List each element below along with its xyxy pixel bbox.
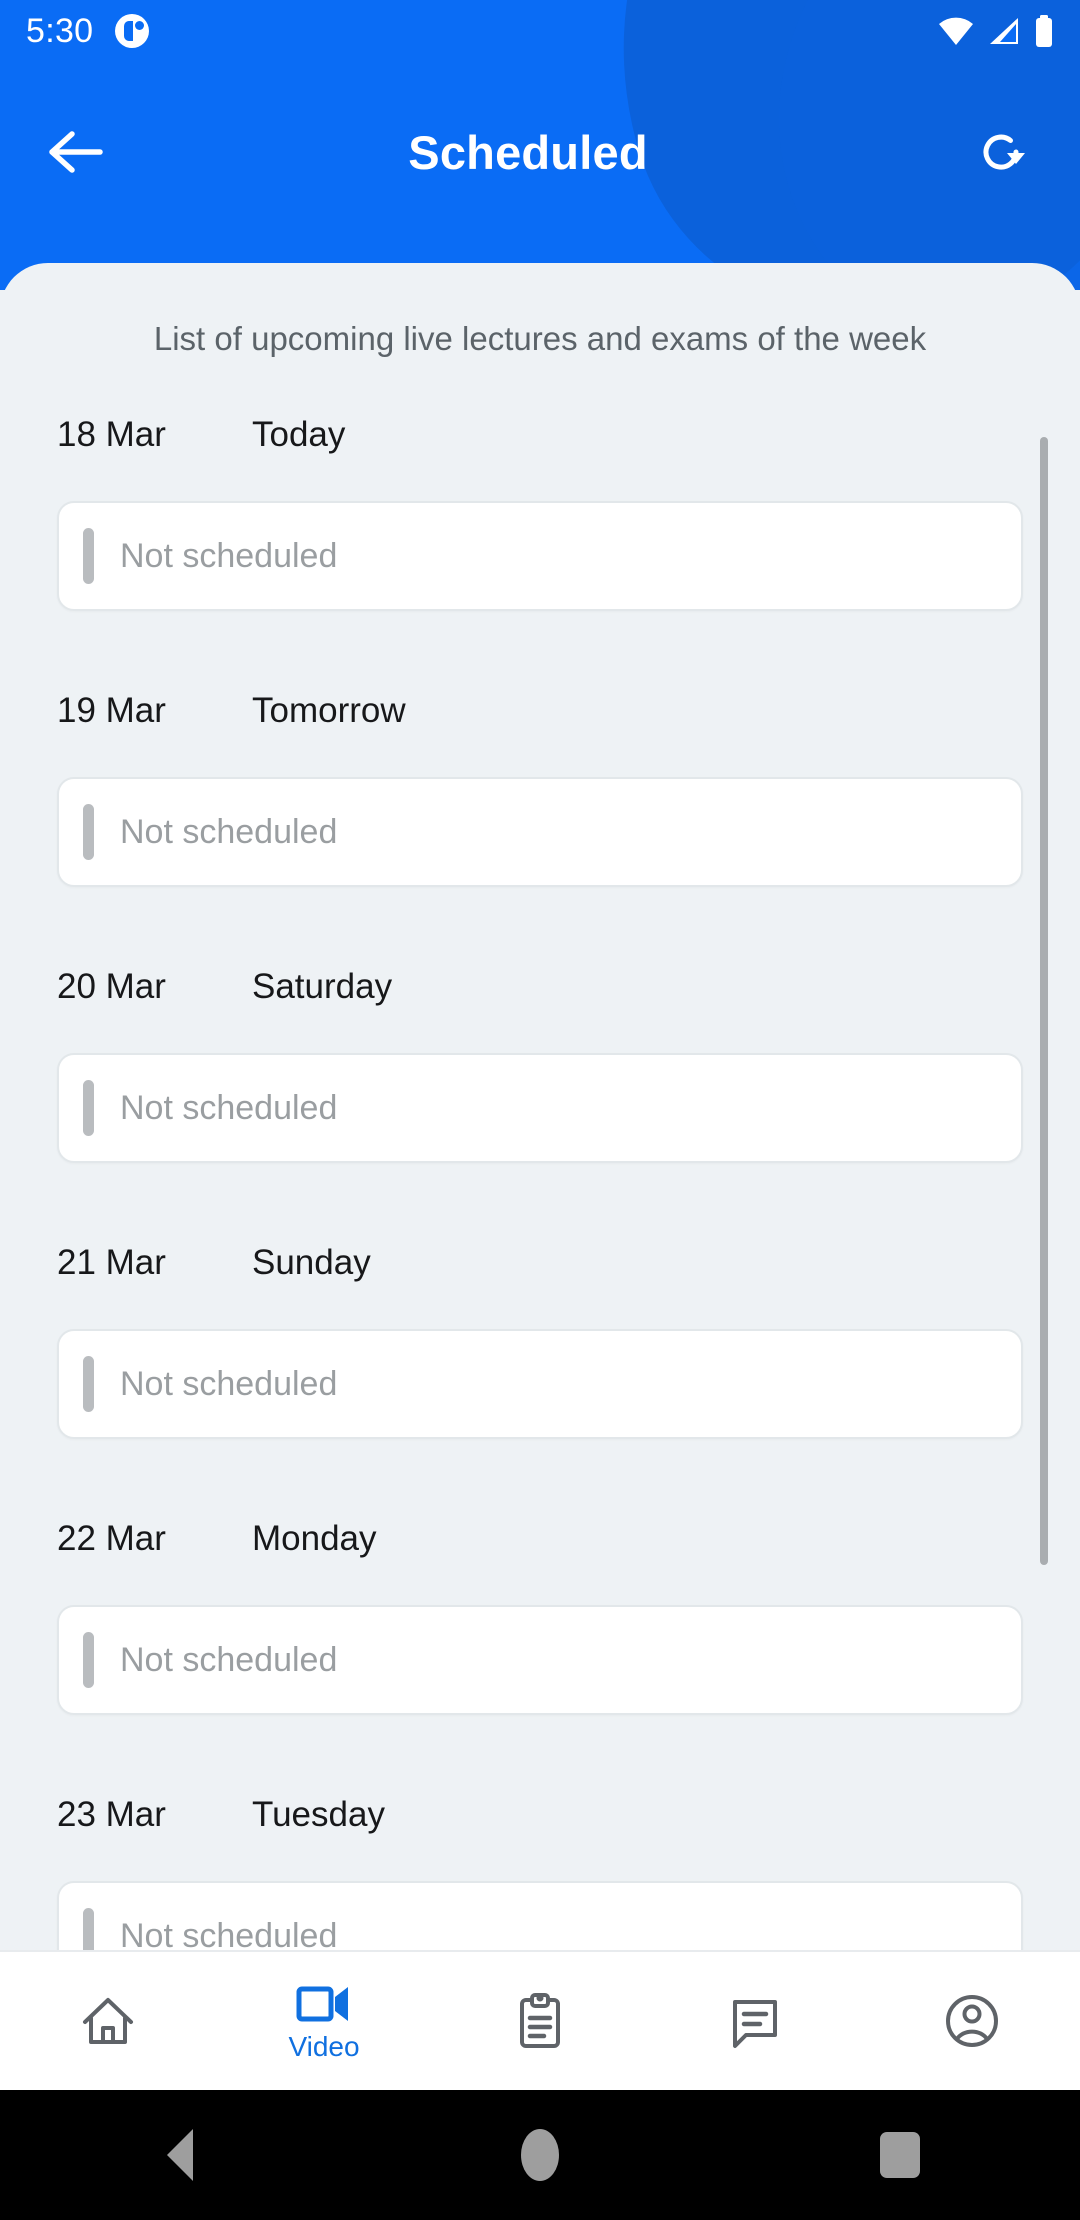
wifi-icon xyxy=(938,16,974,46)
day-group: 20 Mar Saturday Not scheduled xyxy=(0,967,1080,1163)
android-recents-button[interactable] xyxy=(720,2132,1080,2178)
home-icon xyxy=(83,1998,133,2044)
day-group: 21 Mar Sunday Not scheduled xyxy=(0,1243,1080,1439)
android-back-icon xyxy=(167,2129,193,2181)
card-status-text: Not scheduled xyxy=(120,1088,338,1127)
page-title: Scheduled xyxy=(408,125,648,179)
day-date: 19 Mar xyxy=(57,691,166,730)
content-sheet: List of upcoming live lectures and exams… xyxy=(0,263,1080,1950)
nav-item-chat[interactable] xyxy=(648,1951,864,2091)
video-camera-icon xyxy=(296,1986,348,2022)
card-accent-bar xyxy=(83,1080,94,1136)
android-recents-icon xyxy=(880,2132,920,2178)
day-header: 20 Mar Saturday xyxy=(0,967,1080,1031)
chat-bubble-icon xyxy=(733,2000,777,2048)
card-status-text: Not scheduled xyxy=(120,536,338,575)
cellular-signal-icon xyxy=(987,16,1021,46)
card-accent-bar xyxy=(83,1908,94,1950)
sheet-subtitle: List of upcoming live lectures and exams… xyxy=(153,320,927,357)
card-status-text: Not scheduled xyxy=(120,1916,338,1951)
day-header: 21 Mar Sunday xyxy=(0,1243,1080,1307)
day-date: 18 Mar xyxy=(57,415,166,454)
day-label: Today xyxy=(252,415,346,454)
nav-item-home[interactable] xyxy=(0,1951,216,2091)
day-group: 19 Mar Tomorrow Not scheduled xyxy=(0,691,1080,887)
phone-screen: 5:30 Scheduled List of upcoming live lec… xyxy=(0,0,1080,2220)
schedule-card[interactable]: Not scheduled xyxy=(57,501,1023,611)
status-icons xyxy=(938,15,1054,47)
android-back-button[interactable] xyxy=(0,2129,360,2181)
account-circle-icon xyxy=(946,1995,998,2047)
battery-full-icon xyxy=(1034,15,1054,47)
nav-item-account[interactable] xyxy=(864,1951,1080,2091)
day-header: 18 Mar Today xyxy=(0,415,1080,479)
day-date: 22 Mar xyxy=(57,1519,166,1558)
clipboard-icon xyxy=(520,1993,560,2048)
day-label: Tuesday xyxy=(252,1795,385,1834)
refresh-button[interactable] xyxy=(942,92,1062,212)
nav-item-video-label: Video xyxy=(288,2031,360,2062)
schedule-card[interactable]: Not scheduled xyxy=(57,1605,1023,1715)
bottom-navigation: Video xyxy=(0,1950,1080,2090)
card-accent-bar xyxy=(83,1356,94,1412)
status-bar: 5:30 xyxy=(0,0,1080,62)
nav-item-video[interactable]: Video xyxy=(216,1951,432,2091)
schedule-card[interactable]: Not scheduled xyxy=(57,777,1023,887)
day-label: Monday xyxy=(252,1519,377,1558)
nav-item-assignments[interactable] xyxy=(432,1951,648,2091)
schedule-card[interactable]: Not scheduled xyxy=(57,1329,1023,1439)
schedule-list[interactable]: 18 Mar Today Not scheduled 19 Mar Tomorr… xyxy=(0,415,1080,1950)
day-group: 23 Mar Tuesday Not scheduled xyxy=(0,1795,1080,1950)
schedule-card[interactable]: Not scheduled xyxy=(57,1881,1023,1950)
card-status-text: Not scheduled xyxy=(120,1364,338,1403)
day-label: Tomorrow xyxy=(252,691,406,730)
schedule-card[interactable]: Not scheduled xyxy=(57,1053,1023,1163)
android-home-icon xyxy=(521,2129,559,2181)
android-home-button[interactable] xyxy=(360,2129,720,2181)
day-label: Sunday xyxy=(252,1243,371,1282)
card-accent-bar xyxy=(83,804,94,860)
status-time: 5:30 xyxy=(26,11,94,50)
day-header: 23 Mar Tuesday xyxy=(0,1795,1080,1859)
card-accent-bar xyxy=(83,528,94,584)
day-group: 22 Mar Monday Not scheduled xyxy=(0,1519,1080,1715)
refresh-icon xyxy=(983,134,1025,170)
card-status-text: Not scheduled xyxy=(120,812,338,851)
app-bar: Scheduled xyxy=(0,62,1080,242)
app-notification-icon xyxy=(115,14,150,48)
card-status-text: Not scheduled xyxy=(120,1640,338,1679)
day-label: Saturday xyxy=(252,967,393,1006)
day-header: 19 Mar Tomorrow xyxy=(0,691,1080,755)
day-date: 23 Mar xyxy=(57,1795,166,1834)
card-accent-bar xyxy=(83,1632,94,1688)
vertical-scrollbar[interactable] xyxy=(1040,437,1048,1565)
back-arrow-icon xyxy=(49,131,103,173)
day-date: 20 Mar xyxy=(57,967,166,1006)
day-group: 18 Mar Today Not scheduled xyxy=(0,415,1080,611)
day-header: 22 Mar Monday xyxy=(0,1519,1080,1583)
day-date: 21 Mar xyxy=(57,1243,166,1282)
android-navigation-bar xyxy=(0,2090,1080,2220)
